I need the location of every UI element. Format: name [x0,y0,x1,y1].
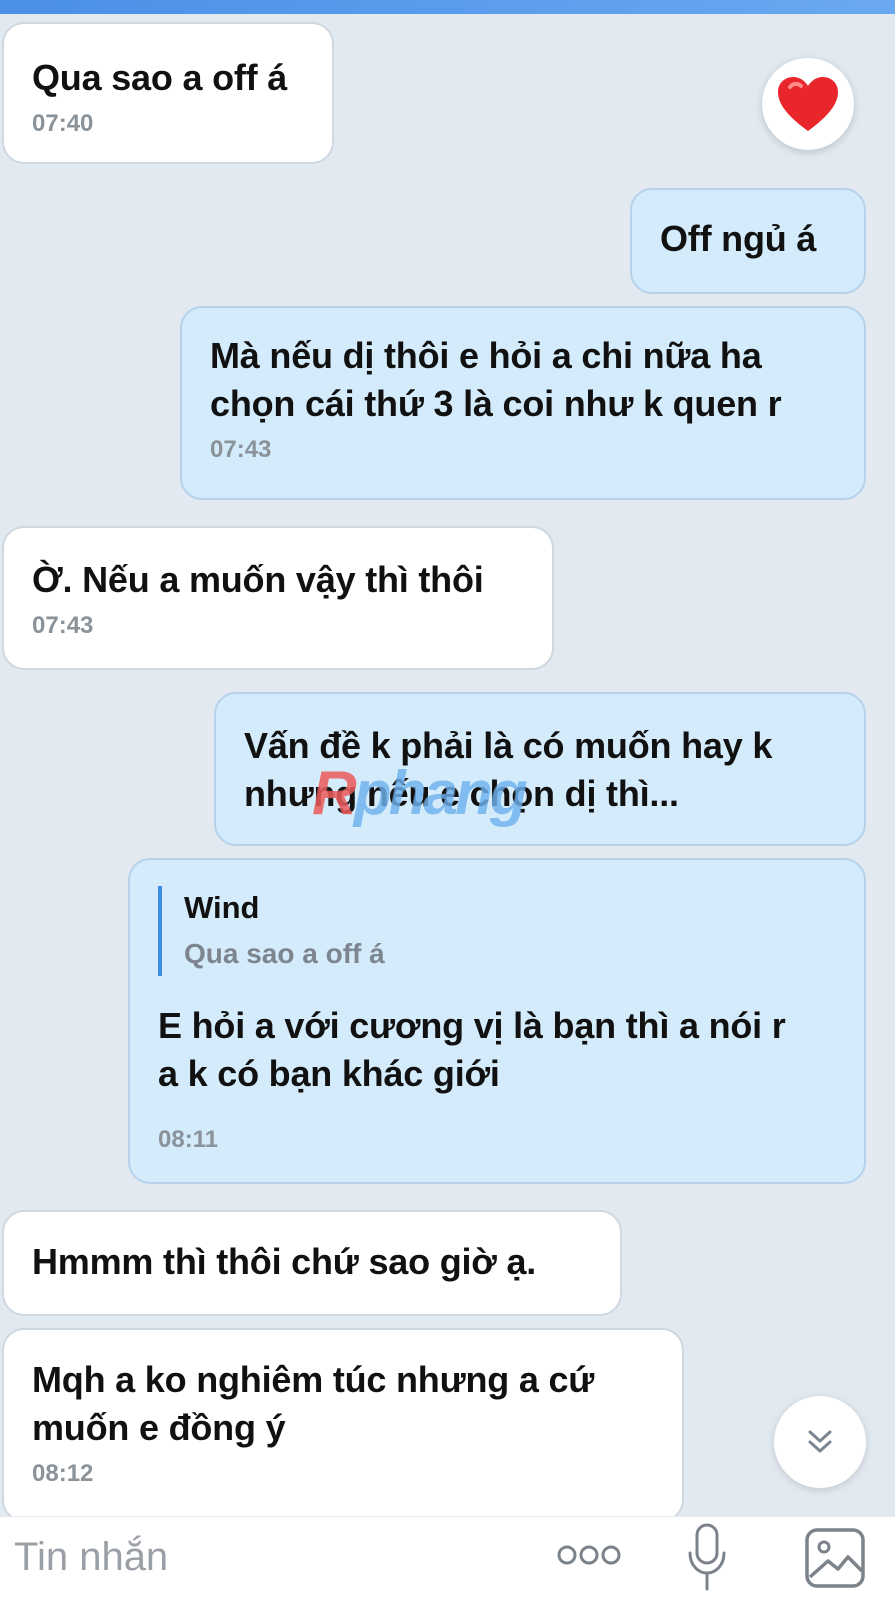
message-text: Ờ. Nếu a muốn vậy thì thôi [32,559,484,600]
message-bubble-2[interactable]: Off ngủ á [630,188,866,294]
watermark-part2: phang [353,759,528,828]
message-text: Mqh a ko nghiêm túc nhưng a cứ muốn e đồ… [32,1359,595,1448]
message-bubble-6[interactable]: Wind Qua sao a off á E hỏi a với cương v… [128,858,866,1184]
message-text: Qua sao a off á [32,57,288,98]
message-time: 07:40 [32,110,94,137]
quote-text: Qua sao a off á [184,938,385,969]
message-text: Hmmm thì thôi chứ sao giờ ạ. [32,1241,537,1282]
message-text: Off ngủ á [660,218,817,259]
message-text: E hỏi a với cương vị là bạn thì a nói r … [158,1005,786,1094]
quote-author: Wind [184,890,260,925]
more-icon[interactable] [556,1543,622,1567]
scroll-to-bottom-button[interactable] [774,1396,866,1488]
message-bubble-1[interactable]: Qua sao a off á 07:40 [2,22,334,164]
image-icon[interactable] [804,1527,866,1589]
message-bubble-4[interactable]: Ờ. Nếu a muốn vậy thì thôi 07:43 [2,526,554,670]
message-input[interactable]: Tin nhắn [14,1535,168,1580]
reaction-button[interactable] [762,58,854,150]
microphone-icon[interactable] [686,1523,728,1593]
message-bubble-8[interactable]: Mqh a ko nghiêm túc nhưng a cứ muốn e đồ… [2,1328,684,1522]
reply-quote[interactable]: Wind Qua sao a off á [158,886,836,976]
message-time: 07:43 [32,612,94,639]
watermark-logo: Rphang [312,758,528,829]
chevron-double-down-icon [808,1430,832,1453]
message-bubble-7[interactable]: Hmmm thì thôi chứ sao giờ ạ. [2,1210,622,1316]
heart-icon [778,77,838,131]
watermark-part1: R [312,759,357,828]
message-input-bar: Tin nhắn [0,1516,895,1601]
top-accent-bar [0,0,895,14]
message-time: 08:12 [32,1460,94,1487]
message-bubble-3[interactable]: Mà nếu dị thôi e hỏi a chi nữa ha chọn c… [180,306,866,500]
message-time: 07:43 [210,436,272,463]
message-text: Mà nếu dị thôi e hỏi a chi nữa ha chọn c… [210,335,782,424]
message-time: 08:11 [158,1126,219,1153]
